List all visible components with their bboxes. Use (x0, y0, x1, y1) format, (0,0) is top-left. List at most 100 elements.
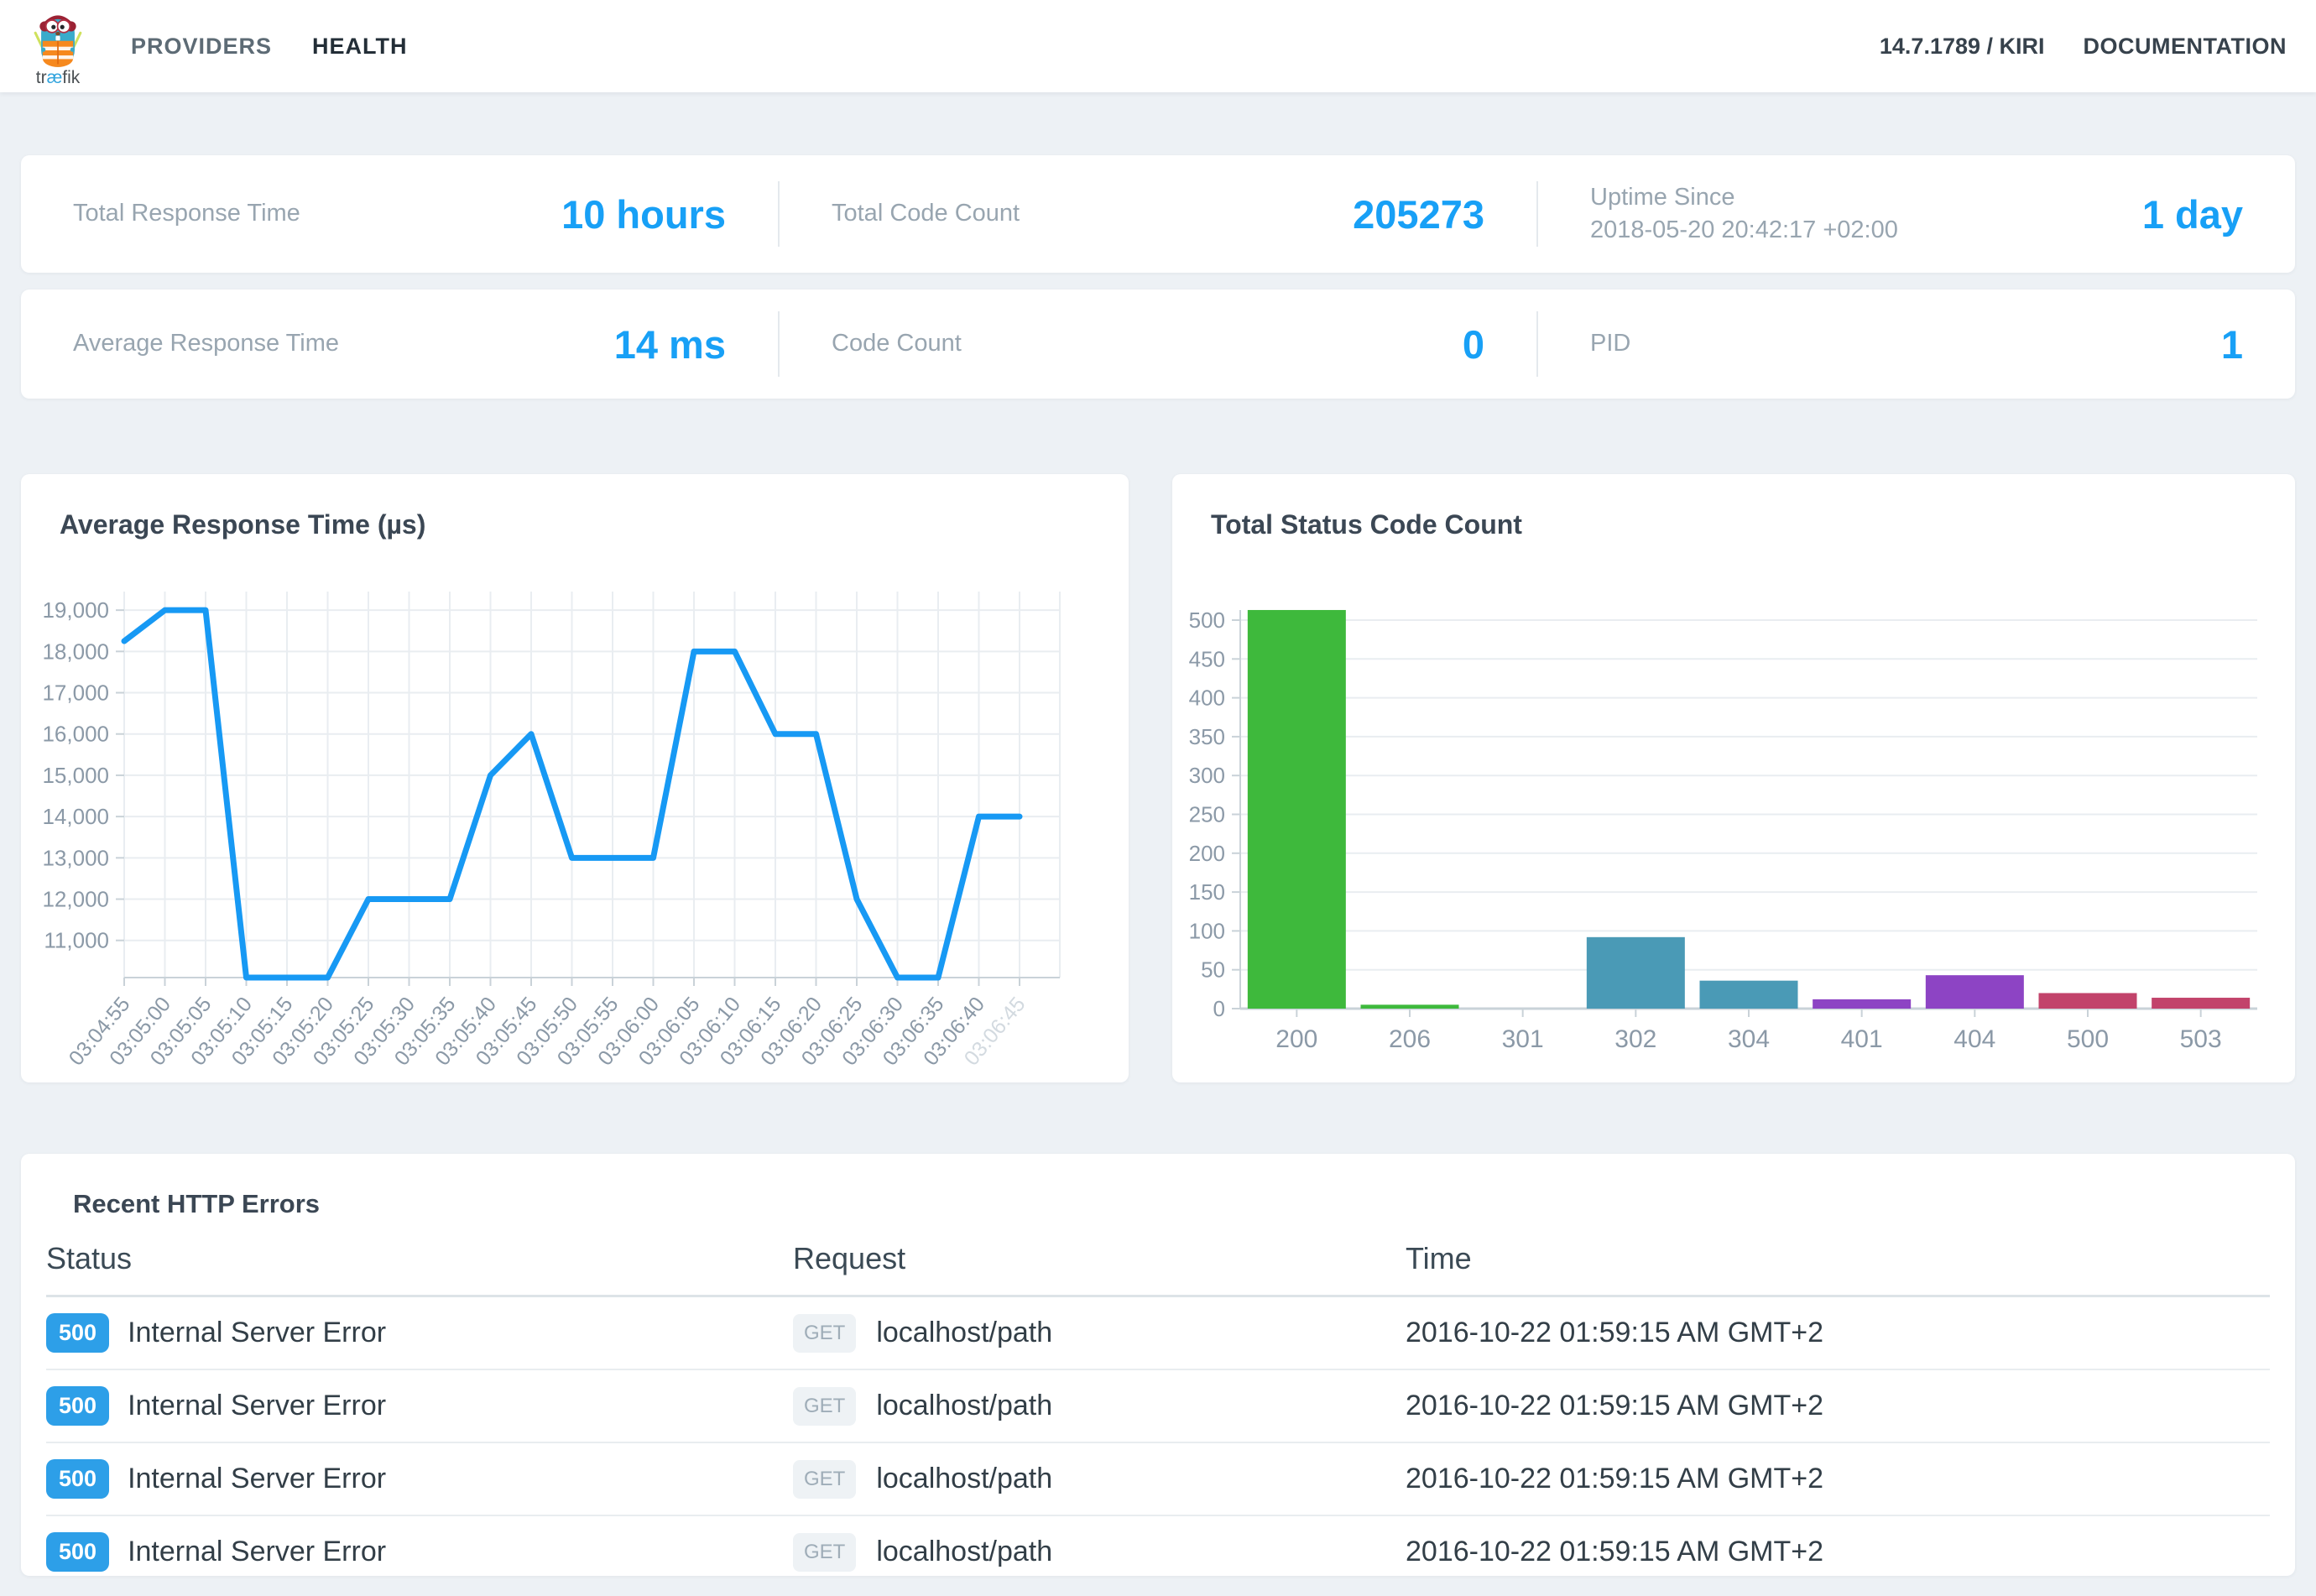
time-cell: 2016-10-22 01:59:15 AM GMT+2 (1406, 1463, 2270, 1495)
stat-total-response-time: Total Response Time 10 hours (21, 181, 778, 247)
stat-label: Code Count (832, 327, 962, 360)
request-path: localhost/path (876, 1463, 1052, 1495)
stat-label: Total Response Time (73, 197, 300, 230)
svg-text:0: 0 (1213, 996, 1225, 1021)
stat-label-wrap: Code Count (832, 327, 962, 360)
request-cell: GETlocalhost/path (793, 1387, 1406, 1426)
request-path: localhost/path (876, 1536, 1052, 1568)
request-cell: GET localhost/path (793, 1460, 1406, 1499)
traefik-gopher-icon (25, 7, 91, 72)
errors-table-header: StatusRequestTime (46, 1228, 2270, 1297)
svg-text:19,000: 19,000 (42, 597, 109, 623)
svg-text:350: 350 (1189, 724, 1225, 749)
time-text: 2016-10-22 01:59:15 AM GMT+2 (1406, 1463, 1823, 1495)
svg-text:400: 400 (1189, 686, 1225, 711)
svg-text:500: 500 (2067, 1025, 2109, 1053)
status-cell: 500 Internal Server Error (46, 1313, 793, 1353)
stat-label: Average Response Time (73, 327, 339, 360)
method-badge: GET (793, 1460, 856, 1499)
request-cell: GETlocalhost/path (793, 1314, 1406, 1353)
column-header-status: Status (46, 1241, 793, 1276)
traefik-logo[interactable]: træfik (25, 7, 91, 86)
response-time-line-chart: 11,000 12,000 13,000 14,000 15,000 16,000 17,0… (21, 474, 1129, 1082)
time-cell: 2016-10-22 01:59:15 AM GMT+2 (1406, 1390, 2270, 1422)
svg-text:11,000: 11,000 (44, 928, 109, 953)
svg-text:14,000: 14,000 (42, 804, 109, 829)
stat-label-wrap: Total Response Time (73, 197, 300, 230)
table-row: 500Internal Server ErrorGETlocalhost/pat… (46, 1370, 2270, 1443)
stats-row-2: Average Response Time 14 ms Code Count 0 PID… (21, 289, 2295, 399)
svg-text:12,000: 12,000 (42, 887, 109, 912)
method-badge: GET (793, 1314, 856, 1353)
status-cell: 500Internal Server Error (46, 1386, 793, 1426)
svg-text:206: 206 (1389, 1025, 1431, 1053)
stat-value: 14 ms (614, 321, 726, 368)
version-label: 14.7.1789 / KIRI (1880, 34, 2045, 60)
stat-label-wrap: Uptime Since2018-05-20 20:42:17 +02:00 (1590, 181, 1898, 247)
svg-text:200: 200 (1275, 1025, 1317, 1053)
dashboard-main: Total Response Time 10 hours Total Code Co… (0, 92, 2316, 1576)
stat-value: 10 hours (561, 191, 726, 237)
stat-value: 205273 (1353, 191, 1484, 237)
status-cell: 500 Internal Server Error (46, 1532, 793, 1572)
stat-value: 1 (2221, 321, 2243, 368)
svg-text:50: 50 (1201, 957, 1225, 983)
stat-label: PID (1590, 327, 1630, 360)
request-cell: GET localhost/path (793, 1533, 1406, 1572)
stat-value: 1 day (2142, 191, 2243, 237)
traefik-logo-text: træfik (36, 69, 81, 86)
bar-chart-title: Total Status Code Count (1211, 509, 1522, 540)
nav-item-providers[interactable]: PROVIDERS (131, 34, 272, 60)
stat-average-response-time: Average Response Time 14 ms (21, 311, 778, 377)
line-chart-title: Average Response Time (µs) (60, 509, 425, 540)
svg-text:304: 304 (1728, 1025, 1770, 1053)
svg-text:15,000: 15,000 (42, 763, 109, 788)
svg-text:300: 300 (1189, 763, 1225, 788)
status-text: Internal Server Error (128, 1536, 386, 1568)
svg-text:100: 100 (1189, 918, 1225, 943)
svg-text:302: 302 (1614, 1025, 1656, 1053)
status-text: Internal Server Error (128, 1317, 386, 1349)
main-nav: PROVIDERS HEALTH (131, 34, 448, 60)
stat-label-wrap: Total Code Count (832, 197, 1020, 230)
stat-code-count: Code Count 0 (778, 311, 1536, 377)
stat-label-wrap: PID (1590, 327, 1630, 360)
status-code-badge: 500 (46, 1386, 109, 1426)
stat-value: 0 (1463, 321, 1484, 368)
time-text: 2016-10-22 01:59:15 AM GMT+2 (1406, 1536, 1823, 1568)
svg-text:17,000: 17,000 (42, 681, 109, 706)
status-code-chart-card: 0501001502002503003504004505002002063013… (1172, 474, 2295, 1082)
svg-text:16,000: 16,000 (42, 722, 109, 747)
time-cell: 2016-10-22 01:59:15 AM GMT+2 (1406, 1536, 2270, 1568)
status-code-badge: 500 (46, 1313, 109, 1353)
time-cell: 2016-10-22 01:59:15 AM GMT+2 (1406, 1317, 2270, 1349)
svg-text:250: 250 (1189, 802, 1225, 827)
table-row: 500 Internal Server Error GET localhost/pat… (46, 1443, 2270, 1516)
status-code-badge: 500 (46, 1532, 109, 1572)
charts-row: 11,000 12,000 13,000 14,000 15,000 16,000 17,0… (21, 474, 2295, 1082)
nav-item-health[interactable]: HEALTH (312, 34, 408, 60)
svg-text:401: 401 (1841, 1025, 1883, 1053)
response-time-chart-card: 11,000 12,000 13,000 14,000 15,000 16,000 17,0… (21, 474, 1129, 1082)
svg-text:200: 200 (1189, 841, 1225, 866)
status-code-bar-chart: 0501001502002503003504004505002002063013… (1172, 474, 2295, 1082)
status-code-badge: 500 (46, 1459, 109, 1499)
svg-text:150: 150 (1189, 879, 1225, 905)
recent-errors-card: Recent HTTP Errors StatusRequestTime 500… (21, 1154, 2295, 1576)
documentation-link[interactable]: DOCUMENTATION (2084, 34, 2287, 60)
time-text: 2016-10-22 01:59:15 AM GMT+2 (1406, 1317, 1823, 1349)
request-path: localhost/path (876, 1390, 1052, 1422)
column-header-time: Time (1406, 1241, 2270, 1276)
stat-label-wrap: Average Response Time (73, 327, 339, 360)
method-badge: GET (793, 1533, 856, 1572)
stat-sublabel: 2018-05-20 20:42:17 +02:00 (1590, 214, 1898, 247)
time-text: 2016-10-22 01:59:15 AM GMT+2 (1406, 1390, 1823, 1422)
errors-table-body: 500 Internal Server Error GET localhost/pat… (46, 1297, 2270, 1576)
svg-text:500: 500 (1189, 608, 1225, 633)
svg-text:450: 450 (1189, 646, 1225, 671)
table-row: 500 Internal Server Error GETlocalhost/pat… (46, 1297, 2270, 1370)
svg-text:13,000: 13,000 (42, 845, 109, 870)
status-text: Internal Server Error (128, 1463, 386, 1495)
table-row: 500 Internal Server Error GET localhost/pat… (46, 1516, 2270, 1576)
errors-table-title: Recent HTTP Errors (73, 1189, 2270, 1219)
